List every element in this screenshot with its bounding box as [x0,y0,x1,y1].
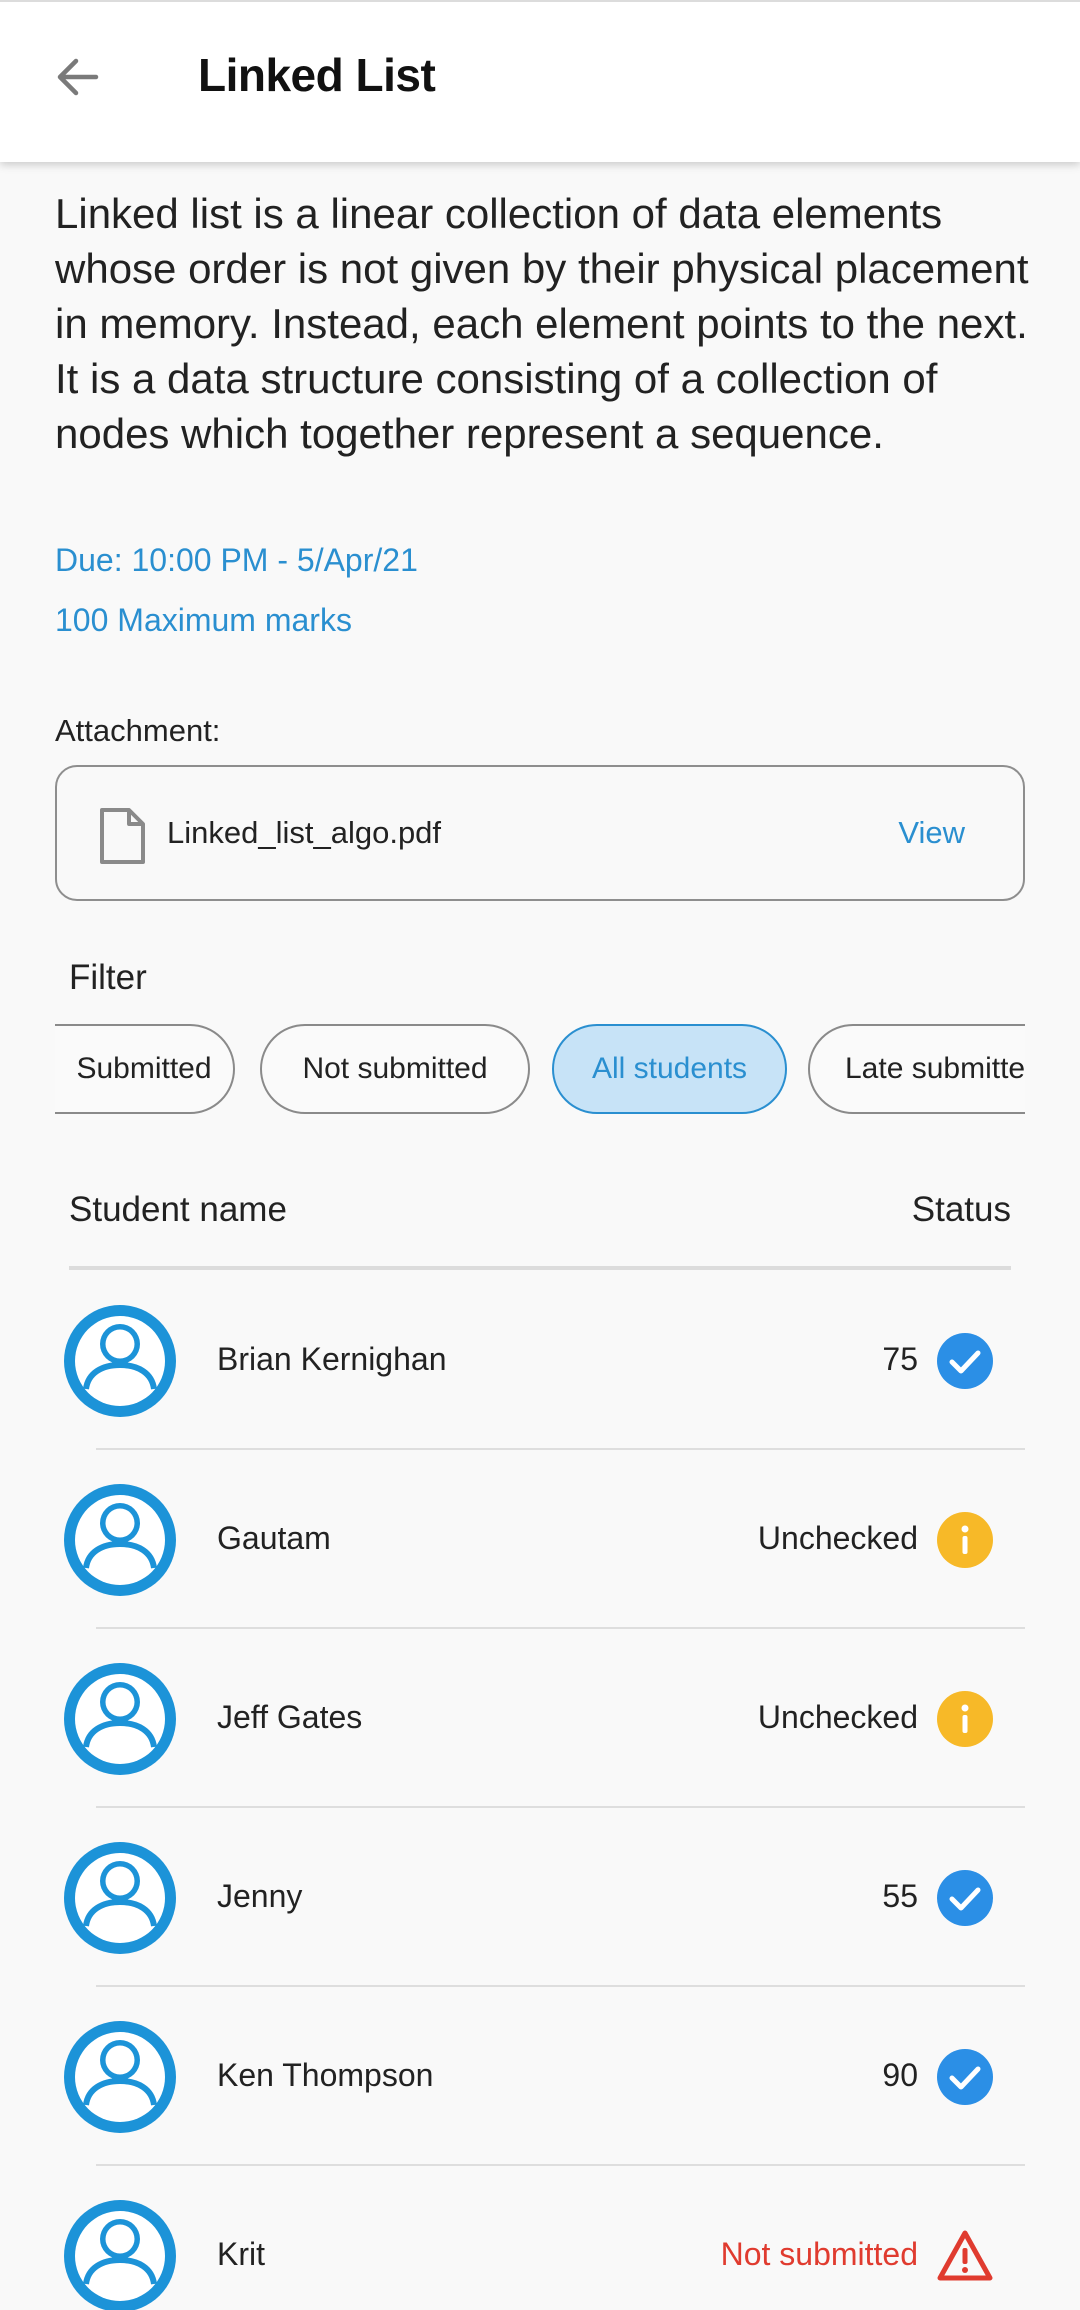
info-circle-icon [937,1691,993,1747]
check-circle-icon [937,1870,993,1926]
avatar-icon [64,1842,176,1954]
list-header: Student name Status [69,1190,1011,1270]
warning-triangle-icon [937,2230,993,2281]
maximum-marks: 100 Maximum marks [55,602,352,638]
status-text: Unchecked [757,1699,918,1735]
student-name: Krit [217,2236,265,2272]
student-name: Jeff Gates [217,1699,363,1735]
check-circle-icon [937,2049,993,2105]
list-item[interactable]: Krit Not submitted [0,2166,1080,2310]
avatar-icon [64,1305,176,1417]
list-item[interactable]: Jenny 55 [0,1808,1080,1987]
chip-all-students[interactable]: All students [552,1024,787,1114]
chip-late-submitted[interactable]: Late submitted [808,1024,1025,1114]
student-name: Gautam [217,1520,331,1556]
attachment-label: Attachment: [55,713,221,748]
status-text: Unchecked [757,1520,918,1556]
back-button[interactable] [40,40,114,114]
filter-chips[interactable]: Submitted Not submitted All students Lat… [55,1022,1025,1118]
status-text: Not submitted [720,2236,918,2272]
student-name: Brian Kernighan [217,1341,447,1377]
view-attachment-button[interactable]: View [898,815,965,851]
list-item[interactable]: Gautam Unchecked [0,1450,1080,1629]
avatar-icon [64,1663,176,1775]
student-name: Jenny [217,1878,303,1914]
column-header-student-name: Student name [69,1190,287,1229]
status-text: 55 [882,1878,918,1914]
status-text: 90 [882,2057,918,2093]
status-text: 75 [882,1341,918,1377]
arrow-left-icon [57,58,99,96]
avatar-icon [64,2021,176,2133]
attachment-card[interactable]: Linked_list_algo.pdf View [55,765,1025,901]
due-date: Due: 10:00 PM - 5/Apr/21 [55,542,418,578]
avatar-icon [64,1484,176,1596]
student-list: Brian Kernighan 75 Gautam Unchecked Jeff… [0,1271,1080,2310]
file-icon [100,808,145,864]
list-item[interactable]: Brian Kernighan 75 [0,1271,1080,1450]
list-item[interactable]: Jeff Gates Unchecked [0,1629,1080,1808]
page-title: Linked List [198,49,436,101]
filter-label: Filter [69,958,147,997]
check-circle-icon [937,1333,993,1389]
attachment-file-name: Linked_list_algo.pdf [167,815,442,850]
assignment-description: Linked list is a linear collection of da… [55,190,1029,457]
column-header-status: Status [911,1190,1011,1229]
avatar-icon [64,2200,176,2310]
chip-not-submitted[interactable]: Not submitted [260,1024,530,1114]
list-item[interactable]: Ken Thompson 90 [0,1987,1080,2166]
app-bar: Linked List [0,0,1080,162]
student-name: Ken Thompson [217,2057,434,2093]
chip-submitted[interactable]: Submitted [55,1024,235,1114]
info-circle-icon [937,1512,993,1568]
